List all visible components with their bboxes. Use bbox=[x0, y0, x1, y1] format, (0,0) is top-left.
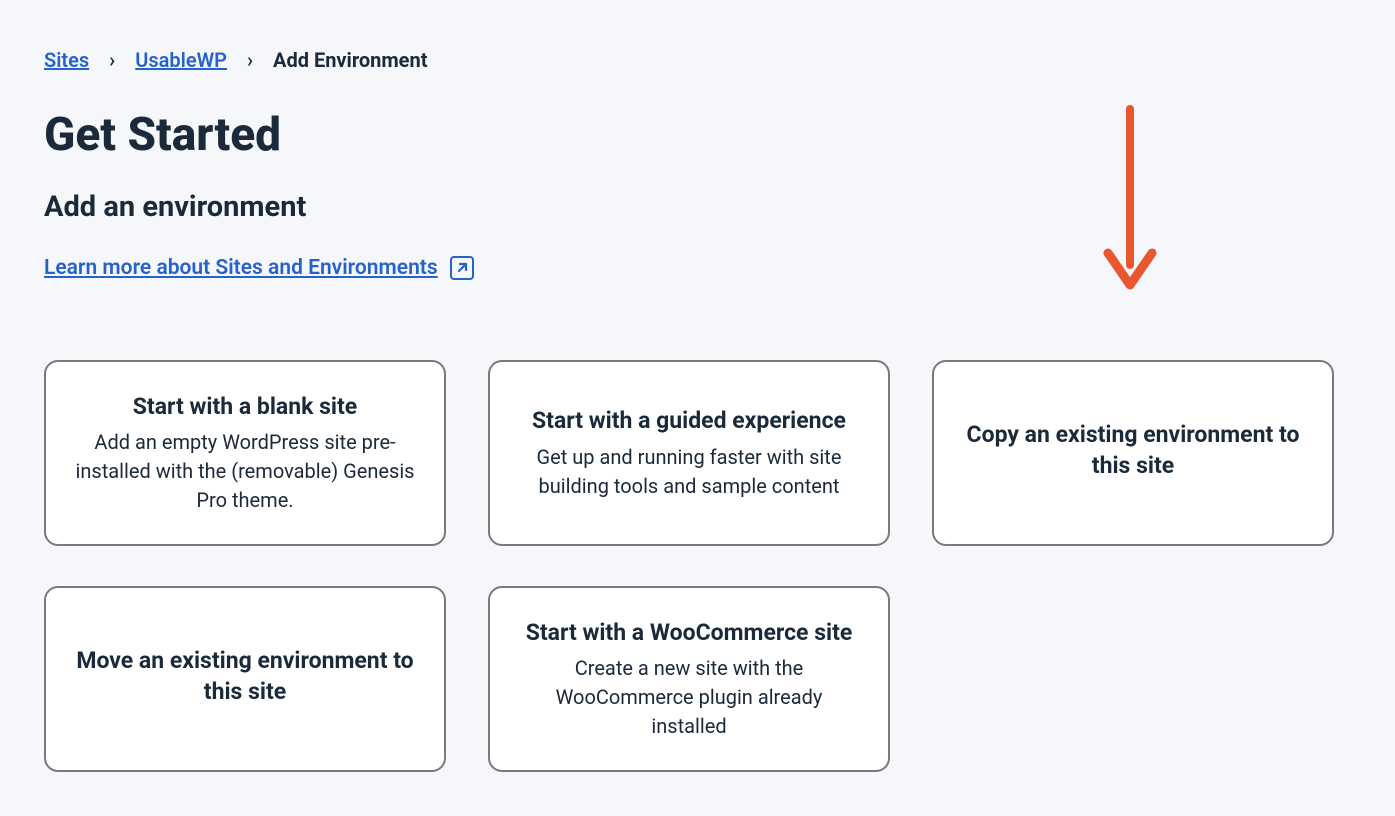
breadcrumb-link-site-name[interactable]: UsableWP bbox=[135, 48, 227, 72]
card-title: Move an existing environment to this sit… bbox=[74, 645, 416, 707]
breadcrumb-current: Add Environment bbox=[273, 48, 427, 72]
page-subtitle: Add an environment bbox=[44, 190, 1351, 224]
chevron-right-icon: › bbox=[109, 48, 115, 72]
breadcrumb: Sites › UsableWP › Add Environment bbox=[44, 48, 1351, 72]
cards-grid: Start with a blank site Add an empty Wor… bbox=[44, 360, 1351, 772]
page-title: Get Started bbox=[44, 108, 1351, 162]
external-link-icon[interactable] bbox=[450, 256, 474, 280]
card-title: Copy an existing environment to this sit… bbox=[962, 419, 1304, 481]
breadcrumb-link-sites[interactable]: Sites bbox=[44, 48, 89, 72]
card-guided-experience[interactable]: Start with a guided experience Get up an… bbox=[488, 360, 890, 546]
learn-more-row: Learn more about Sites and Environments bbox=[44, 256, 1351, 280]
card-blank-site[interactable]: Start with a blank site Add an empty Wor… bbox=[44, 360, 446, 546]
card-desc: Add an empty WordPress site pre-installe… bbox=[74, 428, 416, 515]
chevron-right-icon: › bbox=[247, 48, 253, 72]
card-title: Start with a blank site bbox=[133, 391, 357, 422]
card-title: Start with a guided experience bbox=[532, 405, 846, 436]
card-woocommerce-site[interactable]: Start with a WooCommerce site Create a n… bbox=[488, 586, 890, 772]
card-desc: Get up and running faster with site buil… bbox=[518, 443, 860, 501]
learn-more-link[interactable]: Learn more about Sites and Environments bbox=[44, 256, 438, 280]
card-move-environment[interactable]: Move an existing environment to this sit… bbox=[44, 586, 446, 772]
card-copy-environment[interactable]: Copy an existing environment to this sit… bbox=[932, 360, 1334, 546]
card-desc: Create a new site with the WooCommerce p… bbox=[518, 654, 860, 741]
card-title: Start with a WooCommerce site bbox=[526, 617, 853, 648]
